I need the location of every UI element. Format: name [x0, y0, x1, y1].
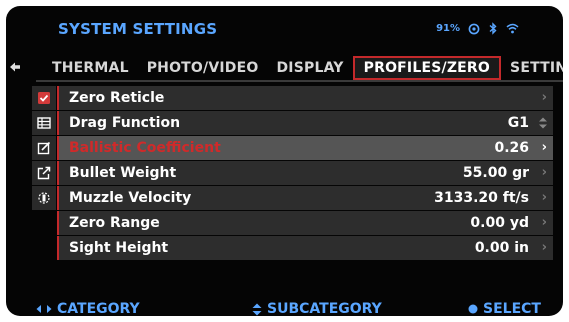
hint-select-label: SELECT — [483, 301, 541, 316]
list-item-body: Muzzle Velocity 3133.20 ft/s › — [59, 186, 553, 210]
list-item-bullet-weight[interactable]: Bullet Weight 55.00 gr › — [32, 161, 553, 185]
chevron-right-icon: › — [541, 90, 547, 105]
list-item-label: Zero Reticle — [69, 90, 165, 106]
left-right-arrows-icon — [36, 305, 52, 313]
chevron-right-icon: › — [541, 165, 547, 180]
wifi-icon — [506, 23, 519, 34]
list-item-label: Muzzle Velocity — [69, 190, 192, 206]
checkbox-checked-icon — [32, 86, 56, 110]
list-item-body: Sight Height 0.00 in › — [59, 236, 553, 260]
dot-icon — [468, 304, 478, 314]
status-bar: 91% — [436, 22, 519, 35]
hint-category-label: CATEGORY — [57, 301, 140, 316]
list-item-value: 0.00 in — [474, 240, 529, 256]
velocity-icon — [32, 186, 56, 210]
list-item-ballistic-coefficient[interactable]: Ballistic Coefficient 0.26 › — [32, 136, 553, 160]
page-title: SYSTEM SETTINGS — [58, 20, 218, 38]
icon-placeholder — [32, 236, 56, 260]
up-down-arrows-icon[interactable] — [538, 117, 548, 129]
edit-box-icon — [32, 136, 56, 160]
chevron-right-icon: › — [541, 190, 547, 205]
clock-icon — [468, 23, 480, 34]
icon-placeholder — [32, 211, 56, 235]
tab-display[interactable]: DISPLAY — [267, 56, 352, 80]
chevron-right-icon: › — [541, 215, 547, 230]
list-item-zero-reticle[interactable]: Zero Reticle › — [32, 86, 553, 110]
list-item-value: G1 — [507, 115, 529, 131]
settings-list: Zero Reticle › Drag Function G1 Ballisti… — [32, 86, 553, 261]
list-item-body: Zero Reticle › — [59, 86, 553, 110]
list-item-label: Sight Height — [69, 240, 169, 256]
list-item-drag-function[interactable]: Drag Function G1 — [32, 111, 553, 135]
hint-subcategory-label: SUBCATEGORY — [267, 301, 382, 316]
list-item-label: Bullet Weight — [69, 165, 177, 181]
list-item-body: Bullet Weight 55.00 gr › — [59, 161, 553, 185]
battery-level: 91% — [436, 23, 460, 34]
list-item-body: Zero Range 0.00 yd › — [59, 211, 553, 235]
list-item-sight-height[interactable]: Sight Height 0.00 in › — [32, 236, 553, 260]
up-down-arrows-icon — [252, 303, 262, 315]
list-item-muzzle-velocity[interactable]: Muzzle Velocity 3133.20 ft/s › — [32, 186, 553, 210]
tab-photo-video[interactable]: PHOTO/VIDEO — [138, 56, 268, 80]
tab-bar: THERMAL PHOTO/VIDEO DISPLAY PROFILES/ZER… — [43, 56, 563, 80]
list-item-value: 3133.20 ft/s — [434, 190, 529, 206]
tab-divider — [36, 80, 563, 82]
bluetooth-icon — [489, 22, 497, 35]
hint-category: CATEGORY — [36, 300, 140, 316]
list-item-label: Zero Range — [69, 215, 160, 231]
hint-subcategory: SUBCATEGORY — [252, 300, 382, 316]
list-item-body: Ballistic Coefficient 0.26 › — [59, 136, 553, 160]
back-arrow-icon[interactable] — [9, 61, 21, 73]
table-icon — [32, 111, 56, 135]
tab-settings[interactable]: SETTINGS — [501, 56, 563, 80]
list-item-value: 0.00 yd — [470, 215, 529, 231]
device-screen: SYSTEM SETTINGS 91% THERMAL PHOTO/VIDEO … — [6, 6, 563, 316]
list-item-value: 55.00 gr — [462, 165, 529, 181]
list-item-label: Ballistic Coefficient — [69, 140, 221, 156]
hint-select: SELECT — [468, 300, 541, 316]
export-icon — [32, 161, 56, 185]
list-item-value: 0.26 — [494, 140, 529, 156]
tab-profiles-zero[interactable]: PROFILES/ZERO — [352, 56, 502, 80]
control-hints: CATEGORY SUBCATEGORY SELECT — [6, 300, 563, 316]
list-item-label: Drag Function — [69, 115, 181, 131]
chevron-right-icon: › — [541, 140, 547, 155]
chevron-right-icon: › — [541, 240, 547, 255]
tab-thermal[interactable]: THERMAL — [43, 56, 138, 80]
list-item-body: Drag Function G1 — [59, 111, 553, 135]
list-item-zero-range[interactable]: Zero Range 0.00 yd › — [32, 211, 553, 235]
